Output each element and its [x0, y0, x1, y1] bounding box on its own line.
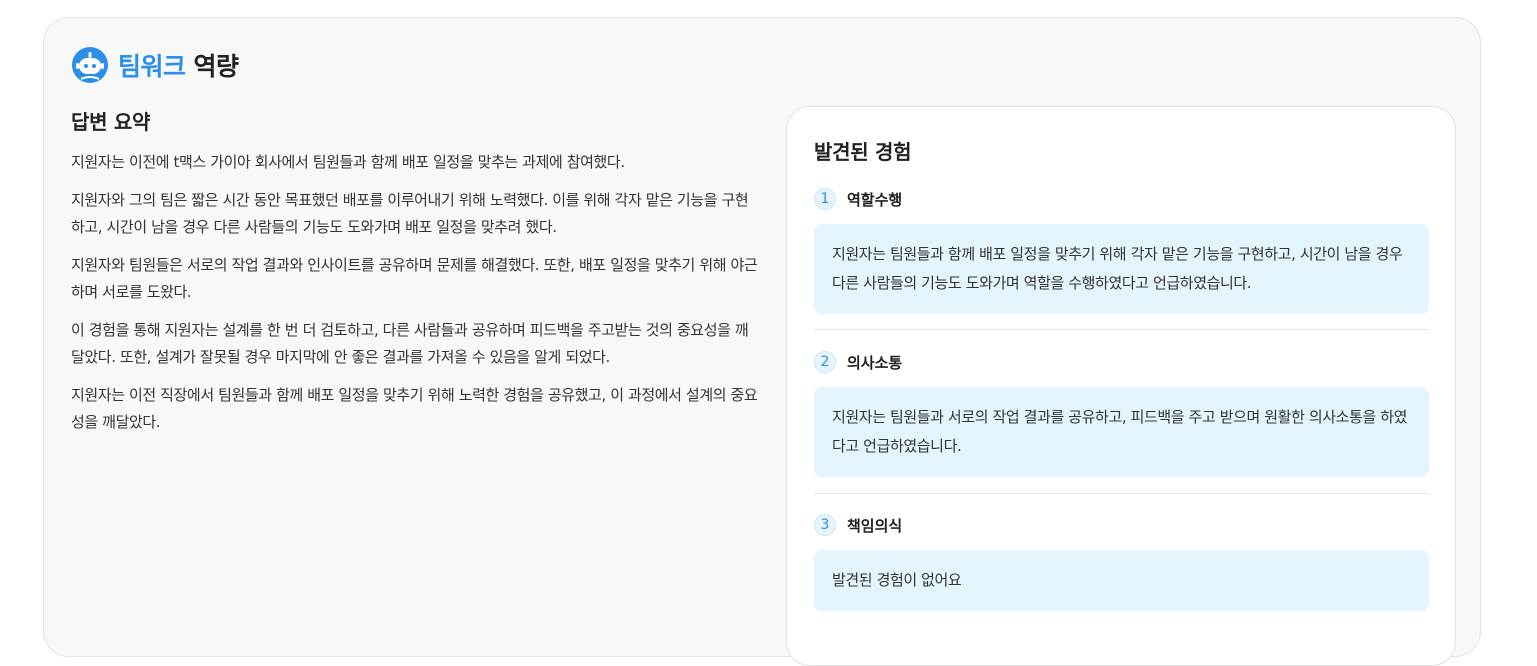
robot-icon [71, 46, 109, 84]
experience-description: 지원자는 팀원들과 함께 배포 일정을 맞추기 위해 각자 맡은 기능을 구현하… [814, 224, 1429, 314]
summary-heading: 답변 요약 [71, 110, 151, 134]
number-badge: 2 [814, 351, 836, 373]
experience-head: 1 역할수행 [814, 186, 1429, 212]
experience-item-communication: 2 의사소통 지원자는 팀원들과 서로의 작업 결과를 공유하고, 피드백을 주… [814, 349, 1429, 477]
number-badge: 3 [814, 514, 836, 536]
experience-label: 책임의식 [847, 516, 903, 535]
card-header: 팀워크 역량 [71, 45, 239, 85]
experience-description: 지원자는 팀원들과 서로의 작업 결과를 공유하고, 피드백을 주고 받으며 원… [814, 387, 1429, 477]
summary-paragraph-5: 지원자는 이전 직장에서 팀원들과 함께 배포 일정을 맞추기 위해 노력한 경… [71, 386, 758, 431]
answer-summary: 답변 요약 지원자는 이전에 t맥스 가이아 회사에서 팀원들과 함께 배포 일… [71, 106, 761, 447]
divider [814, 493, 1429, 494]
title-rest: 역량 [193, 52, 240, 81]
found-experiences-panel: 발견된 경험 1 역할수행 지원자는 팀원들과 함께 배포 일정을 맞추기 위해… [786, 106, 1456, 666]
summary-paragraph-2: 지원자와 그의 팀은 짧은 시간 동안 목표했던 배포를 이루어내기 위해 노력… [71, 191, 749, 236]
experience-item-responsibility: 3 책임의식 발견된 경험이 없어요 [814, 512, 1429, 611]
experience-head: 2 의사소통 [814, 349, 1429, 375]
experience-label: 의사소통 [847, 353, 903, 372]
summary-paragraph-3: 지원자와 팀원들은 서로의 작업 결과와 인사이트를 공유하며 문제를 해결했다… [71, 256, 758, 301]
experience-head: 3 책임의식 [814, 512, 1429, 538]
summary-paragraph-1: 지원자는 이전에 t맥스 가이아 회사에서 팀원들과 함께 배포 일정을 맞추는… [71, 153, 625, 171]
competency-card: 팀워크 역량 답변 요약 지원자는 이전에 t맥스 가이아 회사에서 팀원들과 함… [43, 17, 1481, 666]
divider [814, 329, 1429, 330]
summary-paragraph-4: 이 경험을 통해 지원자는 설계를 한 번 더 검토하고, 다른 사람들과 공유… [71, 321, 749, 366]
number-badge: 1 [814, 188, 836, 210]
title-accent: 팀워크 [118, 52, 186, 81]
experiences-heading: 발견된 경험 [814, 140, 912, 164]
page-title: 팀워크 역량 [118, 47, 239, 83]
experience-description: 발견된 경험이 없어요 [814, 550, 1429, 611]
experience-label: 역할수행 [847, 190, 903, 209]
experience-item-role: 1 역할수행 지원자는 팀원들과 함께 배포 일정을 맞추기 위해 각자 맡은 … [814, 186, 1429, 314]
